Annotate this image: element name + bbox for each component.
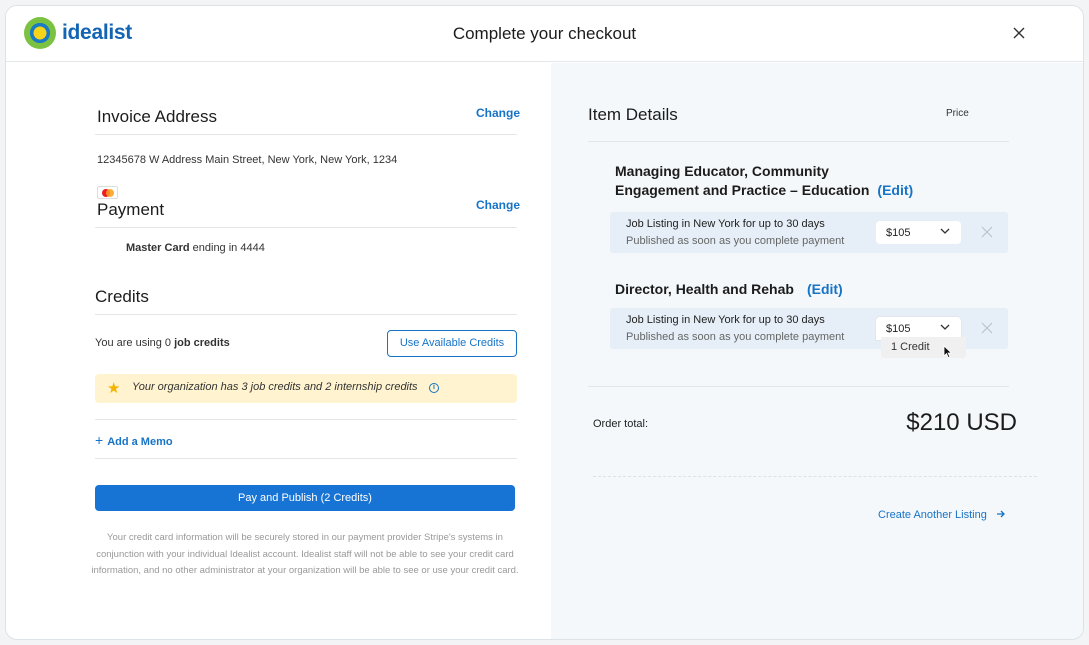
info-icon[interactable]: i [429, 383, 439, 393]
divider [95, 458, 517, 459]
line-item-description: Job Listing in New York for up to 30 day… [626, 218, 825, 230]
star-icon: ★ [107, 380, 121, 397]
order-total-value: $210 USD [906, 409, 1017, 436]
credits-notice: ★ Your organization has 3 job credits an… [95, 374, 517, 403]
use-available-credits-button[interactable]: Use Available Credits [387, 330, 517, 357]
job-title: Director, Health and Rehab (Edit) [615, 280, 843, 299]
line-item-subtext: Published as soon as you complete paymen… [626, 235, 845, 247]
credits-usage-text: You are using 0 job credits [95, 337, 230, 349]
item-details-title: Item Details [588, 105, 678, 124]
mouse-cursor-icon [943, 345, 953, 359]
divider [588, 141, 1009, 142]
job-title-line: Managing Educator, Community [615, 163, 829, 179]
remove-item-icon[interactable] [981, 322, 993, 334]
invoice-address-text: 12345678 W Address Main Street, New York… [97, 154, 398, 166]
job-title-line: Engagement and Practice – Education [615, 182, 870, 198]
pay-and-publish-button[interactable]: Pay and Publish (2 Credits) [95, 485, 515, 511]
price-select-value: $105 [886, 323, 911, 335]
divider [95, 419, 517, 420]
job-title-line: Director, Health and Rehab [615, 281, 794, 297]
edit-job-link[interactable]: (Edit) [807, 281, 843, 297]
remove-item-icon[interactable] [981, 226, 993, 238]
price-select[interactable]: $105 [876, 221, 961, 244]
change-payment-link[interactable]: Change [476, 198, 520, 212]
create-another-listing-label: Create Another Listing [878, 509, 987, 521]
order-total-label: Order total: [593, 418, 649, 430]
line-item: Job Listing in New York for up to 30 day… [610, 212, 1008, 253]
edit-job-link[interactable]: (Edit) [877, 182, 913, 198]
invoice-address-title: Invoice Address [97, 107, 218, 126]
credits-usage-prefix: You are using 0 [95, 337, 172, 349]
add-memo-label: Add a Memo [107, 436, 173, 448]
create-another-listing-link[interactable]: Create Another Listing [878, 509, 1006, 521]
line-item-subtext: Published as soon as you complete paymen… [626, 331, 845, 343]
price-column-header: Price [946, 108, 969, 119]
payment-title: Payment [97, 200, 165, 219]
plus-icon: + [95, 432, 104, 448]
mastercard-icon [97, 186, 118, 199]
divider [95, 227, 517, 228]
checkout-modal: idealist Complete your checkout Invoice … [5, 5, 1084, 640]
credits-usage-unit: job credits [174, 337, 230, 349]
divider [588, 386, 1009, 387]
modal-header: idealist Complete your checkout [6, 6, 1083, 62]
card-suffix: ending in 4444 [192, 242, 265, 254]
line-item-description: Job Listing in New York for up to 30 day… [626, 314, 825, 326]
chevron-down-icon [940, 324, 950, 330]
page-title: Complete your checkout [452, 24, 637, 43]
arrow-right-icon [996, 510, 1005, 518]
add-memo-link[interactable]: + Add a Memo [95, 432, 173, 448]
payment-card-info: Master Card ending in 4444 [126, 242, 265, 254]
dashed-divider [593, 476, 1037, 477]
checkout-form-panel: Invoice Address Change 12345678 W Addres… [6, 63, 551, 639]
close-icon[interactable] [1009, 23, 1029, 43]
credits-title: Credits [95, 287, 149, 306]
divider [95, 134, 517, 135]
card-brand: Master Card [126, 242, 190, 254]
divider [95, 314, 517, 315]
price-select-value: $105 [886, 227, 911, 239]
chevron-down-icon [940, 228, 950, 234]
job-title: Managing Educator, Community Engagement … [615, 162, 913, 200]
dropdown-option[interactable]: 1 Credit [881, 337, 966, 358]
item-details-panel: Item Details Price Managing Educator, Co… [551, 63, 1083, 639]
change-invoice-link[interactable]: Change [476, 106, 520, 120]
payment-disclaimer: Your credit card information will be sec… [91, 532, 519, 576]
credits-notice-text: Your organization has 3 job credits and … [132, 381, 418, 393]
